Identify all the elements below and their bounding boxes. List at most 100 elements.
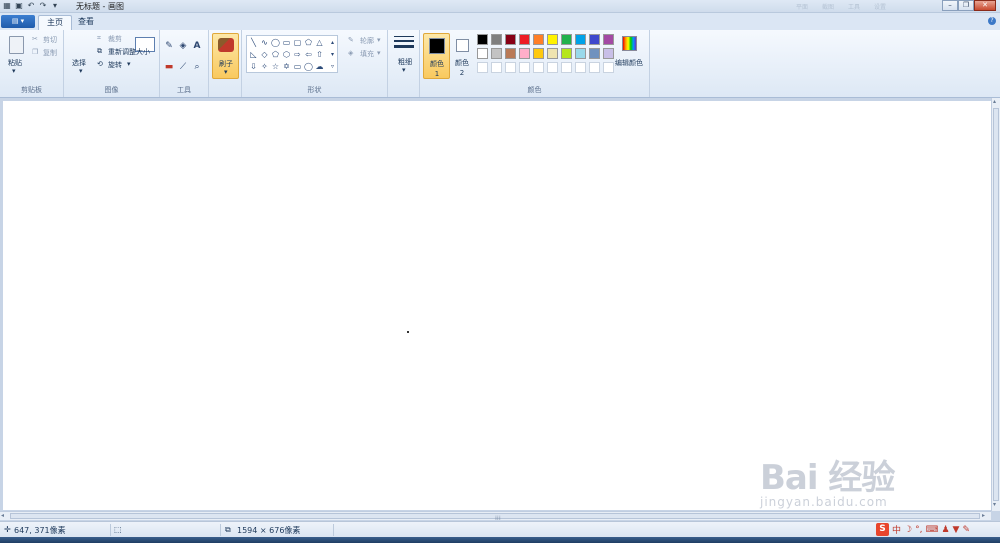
five-point-star-shape-icon[interactable]: ☆ bbox=[271, 62, 280, 71]
palette-color-swatch[interactable] bbox=[561, 34, 572, 45]
oval-shape-icon[interactable]: ◯ bbox=[271, 38, 280, 47]
palette-color-swatch[interactable] bbox=[491, 34, 502, 45]
down-arrow-shape-icon[interactable]: ⇩ bbox=[249, 62, 258, 71]
palette-empty-swatch[interactable] bbox=[533, 62, 544, 73]
horizontal-scroll-thumb[interactable]: ⁞⁞⁞ bbox=[10, 513, 980, 522]
help-icon[interactable]: ? bbox=[988, 17, 996, 25]
fill-icon[interactable]: ◈ bbox=[348, 49, 353, 57]
eraser-icon[interactable]: ▬ bbox=[163, 61, 175, 73]
palette-color-swatch[interactable] bbox=[519, 34, 530, 45]
tab-view[interactable]: 查看 bbox=[70, 15, 102, 30]
palette-empty-swatch[interactable] bbox=[491, 62, 502, 73]
cut-icon[interactable]: ✂ bbox=[32, 35, 38, 43]
diamond-shape-icon[interactable]: ◇ bbox=[260, 50, 269, 59]
rotate-dropdown-icon[interactable]: ▾ bbox=[127, 60, 131, 68]
crop-button[interactable]: 裁剪 bbox=[108, 34, 122, 44]
copy-button[interactable]: 复制 bbox=[43, 48, 57, 58]
palette-empty-swatch[interactable] bbox=[589, 62, 600, 73]
edit-colors-button[interactable]: 编辑颜色 bbox=[615, 58, 643, 68]
left-arrow-shape-icon[interactable]: ⇦ bbox=[304, 50, 313, 59]
scroll-left-icon[interactable]: ◂ bbox=[1, 512, 4, 519]
cut-button[interactable]: 剪切 bbox=[43, 35, 57, 45]
paste-icon[interactable] bbox=[9, 36, 24, 54]
rect-callout-shape-icon[interactable]: ▭ bbox=[293, 62, 302, 71]
palette-empty-swatch[interactable] bbox=[547, 62, 558, 73]
color1-button[interactable]: 颜色 1 bbox=[423, 33, 450, 79]
up-arrow-shape-icon[interactable]: ⇧ bbox=[315, 50, 324, 59]
fill-button[interactable]: 填充 bbox=[360, 49, 374, 59]
sogou-ime-icon[interactable]: S bbox=[876, 523, 889, 536]
rotate-button[interactable]: 旋转 bbox=[108, 60, 122, 70]
hexagon-shape-icon[interactable]: ⬡ bbox=[282, 50, 291, 59]
chinese-mode-icon[interactable]: 中 bbox=[892, 523, 901, 536]
rectangle-shape-icon[interactable]: ▭ bbox=[282, 38, 291, 47]
four-point-star-shape-icon[interactable]: ✧ bbox=[260, 62, 269, 71]
shirt-icon[interactable]: ▼ bbox=[953, 525, 960, 535]
shapes-scroll-down-icon[interactable]: ▾ bbox=[328, 50, 337, 59]
outline-button[interactable]: 轮廓 bbox=[360, 36, 374, 46]
paint-menu-button[interactable]: ▤ ▾ bbox=[1, 15, 35, 28]
palette-color-swatch[interactable] bbox=[589, 34, 600, 45]
rounded-rect-shape-icon[interactable]: ▢ bbox=[293, 38, 302, 47]
edit-colors-icon[interactable] bbox=[622, 36, 637, 51]
minimize-button[interactable]: – bbox=[942, 0, 958, 11]
color2-button[interactable]: 颜色 2 bbox=[452, 33, 474, 79]
oval-callout-shape-icon[interactable]: ◯ bbox=[304, 62, 313, 71]
palette-color-swatch[interactable] bbox=[505, 34, 516, 45]
palette-color-swatch[interactable] bbox=[477, 48, 488, 59]
rotate-icon[interactable]: ⟲ bbox=[97, 60, 103, 68]
customize-qat-icon[interactable]: ▾ bbox=[50, 1, 60, 11]
pencil-icon[interactable]: ✎ bbox=[163, 40, 175, 52]
vertical-scrollbar[interactable]: ▴ ▾ bbox=[991, 98, 1000, 511]
palette-color-swatch[interactable] bbox=[589, 48, 600, 59]
undo-icon[interactable]: ↶ bbox=[26, 1, 36, 11]
six-point-star-shape-icon[interactable]: ✡ bbox=[282, 62, 291, 71]
size-group[interactable]: 粗细 ▾ bbox=[388, 30, 420, 97]
palette-empty-swatch[interactable] bbox=[477, 62, 488, 73]
palette-color-swatch[interactable] bbox=[561, 48, 572, 59]
paint-app-icon[interactable]: ▦ bbox=[2, 1, 12, 11]
scroll-down-icon[interactable]: ▾ bbox=[993, 501, 996, 508]
save-icon[interactable]: ▣ bbox=[14, 1, 24, 11]
palette-color-swatch[interactable] bbox=[575, 48, 586, 59]
palette-empty-swatch[interactable] bbox=[575, 62, 586, 73]
triangle-shape-icon[interactable]: △ bbox=[315, 38, 324, 47]
palette-color-swatch[interactable] bbox=[477, 34, 488, 45]
palette-color-swatch[interactable] bbox=[519, 48, 530, 59]
dots-icon[interactable]: °, bbox=[915, 525, 922, 535]
redo-icon[interactable]: ↷ bbox=[38, 1, 48, 11]
shapes-scroll-up-icon[interactable]: ▴ bbox=[328, 38, 337, 47]
shapes-expand-icon[interactable]: ▿ bbox=[328, 62, 337, 71]
fill-dropdown-icon[interactable]: ▾ bbox=[377, 49, 381, 57]
tab-home[interactable]: 主页 bbox=[38, 15, 72, 30]
select-dropdown-icon[interactable]: ▾ bbox=[79, 67, 83, 75]
palette-empty-swatch[interactable] bbox=[603, 62, 614, 73]
palette-color-swatch[interactable] bbox=[603, 48, 614, 59]
palette-color-swatch[interactable] bbox=[575, 34, 586, 45]
vertical-scroll-thumb[interactable] bbox=[993, 108, 999, 501]
line-shape-icon[interactable]: ╲ bbox=[249, 38, 258, 47]
palette-empty-swatch[interactable] bbox=[505, 62, 516, 73]
maximize-button[interactable]: ❐ bbox=[958, 0, 974, 11]
palette-color-swatch[interactable] bbox=[603, 34, 614, 45]
scroll-right-icon[interactable]: ▸ bbox=[982, 512, 985, 519]
drawing-canvas[interactable] bbox=[3, 101, 991, 510]
palette-color-swatch[interactable] bbox=[491, 48, 502, 59]
close-button[interactable]: ✕ bbox=[974, 0, 996, 11]
palette-empty-swatch[interactable] bbox=[519, 62, 530, 73]
cloud-callout-shape-icon[interactable]: ☁ bbox=[315, 62, 324, 71]
wrench-icon[interactable]: ✎ bbox=[962, 525, 970, 535]
right-triangle-shape-icon[interactable]: ◺ bbox=[249, 50, 258, 59]
palette-color-swatch[interactable] bbox=[505, 48, 516, 59]
magnifier-icon[interactable]: ⌕ bbox=[191, 61, 203, 73]
palette-empty-swatch[interactable] bbox=[561, 62, 572, 73]
right-arrow-shape-icon[interactable]: ⇨ bbox=[293, 50, 302, 59]
paste-dropdown-icon[interactable]: ▾ bbox=[12, 67, 16, 75]
text-tool-icon[interactable]: A bbox=[191, 40, 203, 52]
crop-icon[interactable]: ⌗ bbox=[97, 34, 101, 43]
keyboard-icon[interactable]: ⌨ bbox=[925, 525, 938, 535]
resize-button[interactable]: 重新调整大小 bbox=[108, 47, 150, 57]
outline-dropdown-icon[interactable]: ▾ bbox=[377, 36, 381, 44]
palette-color-swatch[interactable] bbox=[547, 48, 558, 59]
pentagon-shape-icon[interactable]: ⬠ bbox=[271, 50, 280, 59]
